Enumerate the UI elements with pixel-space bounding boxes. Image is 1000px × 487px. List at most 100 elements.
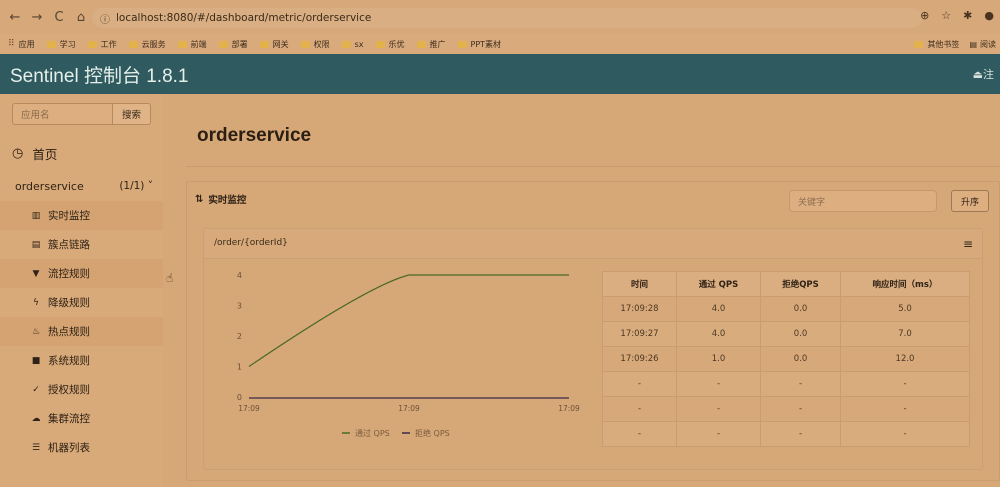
y-tick-label: 0 (237, 393, 242, 402)
star-icon[interactable]: ☆ (941, 9, 951, 22)
back-icon[interactable]: ← (4, 10, 26, 25)
sidebar-item-cluster-link[interactable]: ▤ 簇点链路 (0, 230, 163, 259)
bolt-icon: ϟ (33, 297, 39, 308)
url-text: localhost:8080/#/dashboard/metric/orders… (116, 12, 372, 24)
bookmark-folder[interactable]: 云服务 (128, 39, 166, 50)
page-title: orderservice (197, 125, 312, 146)
resource-name: /order/{orderId} (214, 238, 288, 248)
sidebar-item-system-rules[interactable]: ■ 系统规则 (0, 346, 163, 375)
sidebar-item-flow-rules[interactable]: ▼ 流控规则 (0, 259, 163, 288)
cell: - (676, 371, 761, 397)
extensions-icon[interactable]: ✱ (963, 9, 972, 22)
bookmark-folder[interactable]: 乐优 (375, 39, 405, 50)
col-rt[interactable]: 响应时间（ms） (840, 271, 970, 297)
check-circle-icon: ✓ (32, 384, 40, 395)
cell: - (760, 421, 841, 447)
x-tick-label: 17:09 (558, 404, 580, 413)
dashboard-icon: ◷ (12, 146, 24, 161)
sidebar-item-realtime-monitor[interactable]: ▥ 实时监控 (0, 201, 163, 230)
bookmark-folder[interactable]: PPT素材 (457, 39, 501, 50)
chevron-down-icon: ˅ (144, 180, 153, 192)
bookmark-folder[interactable]: 工作 (87, 39, 117, 50)
cell: - (840, 371, 970, 397)
sidebar-item-auth-rules[interactable]: ✓ 授权规则 (0, 375, 163, 404)
x-tick-label: 17:09 (238, 404, 260, 413)
bookmark-apps[interactable]: ⠿ 应用 (8, 39, 35, 50)
url-bar[interactable]: ⓘ localhost:8080/#/dashboard/metric/orde… (92, 8, 922, 28)
col-pass-qps[interactable]: 通过 QPS (676, 271, 761, 297)
chart-svg: 0 1 2 3 4 17:09 17:09 17:09 通过 QPS 拒绝 QPS (237, 271, 580, 438)
cell: - (602, 421, 677, 447)
folder-icon (457, 40, 467, 48)
search-button[interactable]: 搜索 (113, 103, 151, 125)
info-icon: ⓘ (100, 14, 110, 26)
y-tick-label: 1 (237, 363, 242, 372)
col-block-qps[interactable]: 拒绝QPS (760, 271, 841, 297)
profile-icon[interactable]: ● (984, 9, 994, 22)
logout-icon: ⏏ (972, 68, 983, 81)
folder-icon (341, 40, 351, 48)
bookmark-folder[interactable]: 部署 (218, 39, 248, 50)
cell: 0.0 (760, 296, 841, 322)
sidebar-item-machine-list[interactable]: ☰ 机器列表 (0, 433, 163, 462)
bookmark-folder[interactable]: 权限 (300, 39, 330, 50)
sort-asc-button[interactable]: 升序 (951, 190, 989, 212)
bookmark-folder[interactable]: sx (341, 40, 364, 49)
series-line-0 (248, 274, 569, 367)
folder-icon (914, 40, 924, 48)
table-row: 17:09:27 4.0 0.0 7.0 (602, 321, 970, 347)
bookmarks-bar: ⠿ 应用 学习 工作 云服务 前端 部署 网关 权限 sx 乐优 推广 PPT素材… (0, 34, 1000, 54)
cell: - (676, 421, 761, 447)
reading-list-icon: ▤ (969, 39, 977, 49)
sidebar-app-orderservice[interactable]: orderservice (1/1) ˅ (0, 174, 163, 198)
table-row: ---- (602, 371, 970, 397)
cell: - (602, 371, 677, 397)
table-list-icon: ☰ (31, 442, 41, 453)
table-row: ---- (602, 421, 970, 447)
cell: - (760, 371, 841, 397)
apps-grid-icon: ⠿ (8, 39, 15, 49)
sidebar-item-degrade-rules[interactable]: ϟ 降级规则 (0, 288, 163, 317)
bookmark-folder[interactable]: 前端 (177, 39, 207, 50)
reading-list[interactable]: ▤ 阅读 (969, 39, 996, 50)
metrics-table: 时间 通过 QPS 拒绝QPS 响应时间（ms） 17:09:28 4.0 0.0 5… (602, 271, 970, 447)
cell: - (676, 396, 761, 422)
col-time[interactable]: 时间 (602, 271, 677, 297)
resource-card: /order/{orderId} ≡ 0 1 2 3 4 17:09 17:09 17:09 通… (203, 228, 983, 470)
sidebar-item-home[interactable]: ◷ 首页 (12, 144, 57, 163)
reload-icon[interactable]: C (48, 10, 70, 25)
app-header: Sentinel 控制台 1.8.1 ⏏注 (0, 54, 1000, 94)
cell: 12.0 (840, 346, 970, 372)
folder-icon (177, 40, 187, 48)
forward-icon[interactable]: → (26, 10, 48, 25)
folder-icon (300, 40, 310, 48)
y-tick-label: 4 (237, 271, 242, 280)
fire-icon: ♨ (31, 326, 41, 337)
other-bookmarks[interactable]: 其他书签 (914, 39, 959, 50)
bookmark-folder[interactable]: 学习 (46, 39, 76, 50)
app-search-input[interactable]: 应用名 (12, 103, 113, 125)
zoom-icon[interactable]: ⊕ (920, 9, 929, 22)
menu-icon[interactable]: ≡ (963, 237, 973, 251)
y-tick-label: 2 (237, 332, 242, 341)
sidebar-item-hotspot-rules[interactable]: ♨ 热点规则 (0, 317, 163, 346)
home-icon[interactable]: ⌂ (70, 10, 92, 25)
bookmark-folder[interactable]: 推广 (416, 39, 446, 50)
panel-title: ⇅ 实时监控 (195, 193, 247, 207)
cell: - (760, 396, 841, 422)
bookmark-folder[interactable]: 网关 (259, 39, 289, 50)
cell: 0.0 (760, 346, 841, 372)
browser-toolbar: ← → C ⌂ ⓘ localhost:8080/#/dashboard/met… (0, 0, 1000, 34)
hand-cursor-icon: ☝ (166, 271, 174, 285)
cell: 4.0 (676, 296, 761, 322)
folder-icon (128, 40, 138, 48)
table-header-row: 时间 通过 QPS 拒绝QPS 响应时间（ms） (602, 271, 970, 297)
logout-link[interactable]: ⏏注 (973, 66, 994, 82)
cell: 7.0 (840, 321, 970, 347)
realtime-monitor-panel: ⇅ 实时监控 关键字 升序 /order/{orderId} ≡ 0 1 2 3 4 17:… (186, 181, 1000, 481)
sidebar-item-cluster-flow[interactable]: ☁ 集群流控 (0, 404, 163, 433)
table-row: 17:09:28 4.0 0.0 5.0 (602, 296, 970, 322)
x-tick-label: 17:09 (398, 404, 420, 413)
keyword-input[interactable]: 关键字 (789, 190, 937, 212)
app-title: Sentinel 控制台 1.8.1 (10, 65, 189, 87)
